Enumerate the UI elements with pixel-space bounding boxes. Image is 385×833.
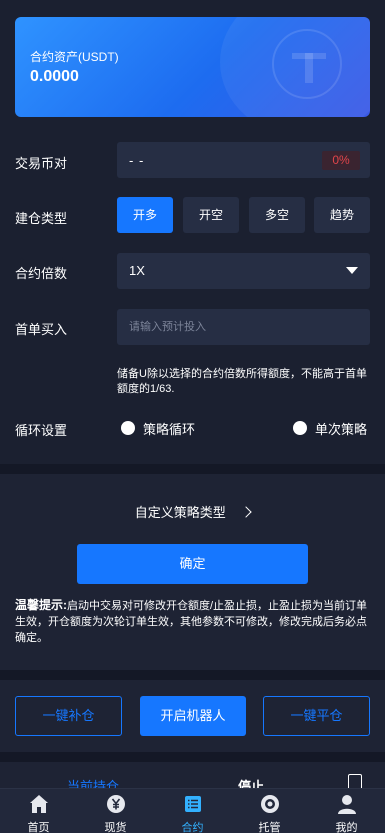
warm-tip: 温馨提示:启动中交易对可修改开仓额度/止盈止损，止盈止损为当前订单生效，开仓额度… bbox=[15, 597, 373, 646]
tab-mine[interactable]: 我的 bbox=[308, 789, 385, 833]
pair-value: - - bbox=[129, 153, 145, 168]
custom-strategy-row[interactable]: 自定义策略类型 bbox=[0, 502, 385, 522]
tip-title: 温馨提示: bbox=[15, 598, 67, 612]
yen-coin-icon bbox=[107, 795, 125, 813]
tip-text: 启动中交易对可修改开仓额度/止盈止损，止盈止损为当前订单生效，开仓额度为次轮订单… bbox=[15, 600, 368, 644]
asset-label: 合约资产(USDT) bbox=[30, 50, 119, 64]
asset-value: 0.0000 bbox=[30, 68, 79, 85]
tab-stopped[interactable]: 停止 bbox=[238, 776, 264, 788]
reserve-note: 储备U除以选择的合约倍数所得额度，不能高于首单额度的1/63. bbox=[117, 368, 367, 395]
radio-circle-icon bbox=[121, 421, 135, 435]
tab-current-position[interactable]: 当前持仓 bbox=[67, 776, 119, 788]
tether-watermark-icon bbox=[272, 29, 342, 99]
tab-custody[interactable]: 托管 bbox=[231, 789, 308, 833]
custody-icon bbox=[261, 795, 279, 813]
user-icon bbox=[338, 795, 356, 814]
build-type-both-button[interactable]: 多空 bbox=[249, 197, 305, 233]
tab-contract[interactable]: 合约 bbox=[154, 789, 231, 833]
custom-strategy-label: 自定义策略类型 bbox=[134, 505, 226, 520]
tab-home[interactable]: 首页 bbox=[0, 789, 77, 833]
multiplier-label: 合约倍数 bbox=[15, 266, 68, 281]
tab-spot-label: 现货 bbox=[104, 822, 127, 833]
position-tabs-row: 当前持仓 停止 bbox=[0, 762, 385, 788]
first-buy-input[interactable] bbox=[117, 309, 370, 345]
section-divider bbox=[0, 752, 385, 762]
build-type-long-button[interactable]: 开多 bbox=[117, 197, 173, 233]
multiplier-select[interactable]: 1X bbox=[117, 253, 370, 289]
build-type-short-button[interactable]: 开空 bbox=[183, 197, 239, 233]
multiplier-value: 1X bbox=[129, 263, 145, 278]
confirm-button[interactable]: 确定 bbox=[77, 544, 308, 584]
radio-circle-icon bbox=[293, 421, 307, 435]
tab-custody-label: 托管 bbox=[258, 822, 281, 833]
replenish-all-button[interactable]: 一键补仓 bbox=[15, 696, 122, 736]
tab-spot[interactable]: 现货 bbox=[77, 789, 154, 833]
single-strategy-radio[interactable]: 单次策略 bbox=[293, 420, 368, 437]
section-divider bbox=[0, 464, 385, 474]
clipboard-icon[interactable] bbox=[348, 774, 362, 788]
first-buy-label: 首单买入 bbox=[15, 322, 68, 337]
pair-label: 交易币对 bbox=[15, 156, 68, 171]
tab-contract-label: 合约 bbox=[181, 822, 204, 833]
first-buy-field bbox=[117, 309, 370, 345]
start-robot-button[interactable]: 开启机器人 bbox=[140, 696, 246, 736]
loop-label: 循环设置 bbox=[15, 423, 68, 438]
section-divider bbox=[0, 670, 385, 680]
build-type-trend-button[interactable]: 趋势 bbox=[314, 197, 370, 233]
tab-mine-label: 我的 bbox=[335, 822, 358, 833]
loop-strategy-label: 策略循环 bbox=[143, 421, 196, 437]
chevron-right-icon bbox=[240, 506, 252, 518]
bottom-tab-bar: 首页 现货 合约 托管 我的 bbox=[0, 788, 385, 833]
home-icon bbox=[30, 795, 48, 813]
single-strategy-label: 单次策略 bbox=[315, 421, 368, 437]
pair-selector[interactable]: - - 0% bbox=[117, 142, 370, 178]
contract-asset-card: 合约资产(USDT) 0.0000 bbox=[15, 17, 370, 117]
close-all-button[interactable]: 一键平仓 bbox=[263, 696, 370, 736]
change-percent-badge: 0% bbox=[322, 151, 360, 170]
build-type-label: 建仓类型 bbox=[15, 211, 68, 226]
tab-home-label: 首页 bbox=[27, 822, 50, 833]
contract-list-icon bbox=[185, 796, 201, 812]
caret-down-icon bbox=[346, 267, 358, 274]
loop-strategy-radio[interactable]: 策略循环 bbox=[121, 420, 196, 437]
